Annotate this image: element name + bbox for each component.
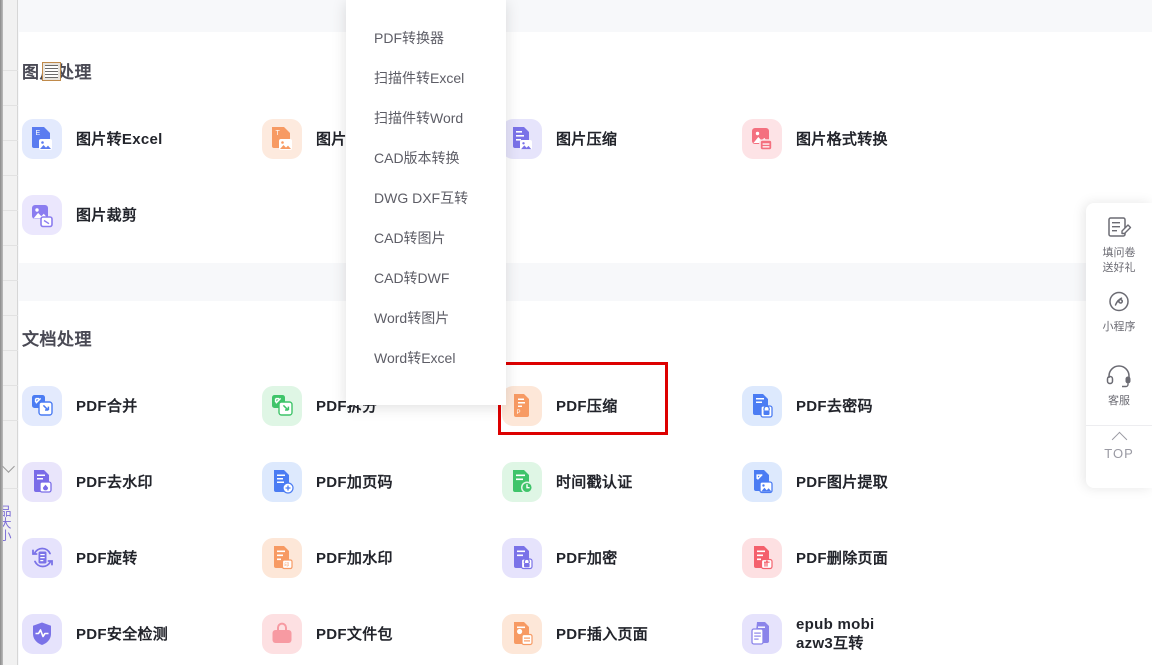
svg-text:印: 印 — [284, 561, 289, 568]
pdf-add-page-number-icon — [262, 462, 302, 502]
pdf-insert-page-icon — [502, 614, 542, 654]
image-to-text-icon: T — [262, 119, 302, 159]
ebook-convert-icon — [742, 614, 782, 654]
tool-item-image-to-excel[interactable]: E 图片转Excel — [22, 101, 262, 177]
svg-text:P: P — [517, 410, 521, 416]
side-item-label: 客服 — [1108, 395, 1130, 407]
tool-item-pdf-image-extract[interactable]: PDF图片提取 — [742, 444, 982, 520]
tool-item-pdf-remove-password[interactable]: PDF去密码 — [742, 368, 982, 444]
svg-text:T: T — [276, 130, 281, 137]
pdf-delete-page-icon — [742, 538, 782, 578]
dropdown-item-dwg-dxf-convert[interactable]: DWG DXF互转 — [346, 178, 506, 218]
tool-label: 图片转Excel — [76, 130, 163, 148]
tool-label: PDF加密 — [556, 549, 618, 567]
survey-icon — [1086, 216, 1152, 246]
pdf-compress-icon: P — [502, 386, 542, 426]
svg-text:E: E — [36, 130, 41, 137]
image-format-convert-icon — [742, 119, 782, 159]
section-gap-band — [19, 263, 1152, 301]
tool-item-timestamp-certify[interactable]: 时间戳认证 — [502, 444, 742, 520]
tool-label: PDF加水印 — [316, 549, 393, 567]
back-to-top-label: TOP — [1104, 446, 1134, 461]
tool-item-pdf-insert-page[interactable]: PDF插入页面 — [502, 596, 742, 665]
dropdown-item-scan-to-excel[interactable]: 扫描件转Excel — [346, 58, 506, 98]
tool-item-ebook-convert[interactable]: epub mobi azw3互转 — [742, 596, 982, 665]
tool-item-pdf-package[interactable]: PDF文件包 — [262, 596, 502, 665]
dropdown-item-scan-to-word[interactable]: 扫描件转Word — [346, 98, 506, 138]
tool-item-pdf-rotate[interactable]: PDF旋转 — [22, 520, 262, 596]
thumbnail-icon — [42, 62, 61, 81]
tool-item-pdf-compress[interactable]: P PDF压缩 — [502, 368, 742, 444]
tool-label: 图片裁剪 — [76, 206, 138, 224]
tool-item-pdf-remove-watermark[interactable]: PDF去水印 — [22, 444, 262, 520]
tool-label: 图片格式转换 — [796, 130, 888, 148]
image-compress-icon — [502, 119, 542, 159]
tool-item-pdf-security-check[interactable]: PDF安全检测 — [22, 596, 262, 665]
side-item-label: 填问卷 送好礼 — [1102, 247, 1136, 274]
tool-label: PDF压缩 — [556, 397, 618, 415]
pdf-encrypt-icon — [502, 538, 542, 578]
section-document-processing: 文档处理 PDF合并 PDF拆分 P PDF压缩 PDF去密码 PDF去水印 P… — [0, 325, 1133, 665]
tool-label: PDF加页码 — [316, 473, 393, 491]
tool-label: PDF去密码 — [796, 397, 873, 415]
miniprogram-icon — [1086, 290, 1152, 320]
tool-label: PDF插入页面 — [556, 625, 649, 643]
tool-grid-image-processing: E 图片转Excel T 图片压缩 图片格式转换 图片裁剪 — [22, 101, 1133, 253]
side-item-customer-service[interactable]: 客服 — [1086, 351, 1152, 425]
side-item-label: 小程序 — [1102, 321, 1136, 333]
tool-item-image-crop[interactable]: 图片裁剪 — [22, 177, 262, 253]
pdf-security-check-icon — [22, 614, 62, 654]
dropdown-item-cad-to-image[interactable]: CAD转图片 — [346, 218, 506, 258]
pdf-rotate-icon — [22, 538, 62, 578]
pdf-add-watermark-icon: 印 — [262, 538, 302, 578]
back-to-top-button[interactable]: TOP — [1086, 425, 1152, 475]
section-title-document-processing: 文档处理 — [22, 330, 92, 349]
tool-item-pdf-add-page-number[interactable]: PDF加页码 — [262, 444, 502, 520]
tool-item-image-compress[interactable]: 图片压缩 — [502, 101, 742, 177]
section-title-image-processing: 图片处理 — [22, 58, 1133, 83]
tool-item-pdf-merge[interactable]: PDF合并 — [22, 368, 262, 444]
page-root: 品大小 图片处理 E 图片转Excel — [0, 0, 1152, 665]
tool-item-pdf-encrypt[interactable]: PDF加密 — [502, 520, 742, 596]
dropdown-item-cad-version-convert[interactable]: CAD版本转换 — [346, 138, 506, 178]
tool-grid-document-processing: PDF合并 PDF拆分 P PDF压缩 PDF去密码 PDF去水印 PDF加页码… — [22, 368, 1133, 665]
tool-item-pdf-add-watermark[interactable]: 印 PDF加水印 — [262, 520, 502, 596]
headset-icon — [1086, 364, 1152, 394]
pdf-remove-password-icon — [742, 386, 782, 426]
dropdown-item-word-to-image[interactable]: Word转图片 — [346, 298, 506, 338]
pdf-package-icon — [262, 614, 302, 654]
image-crop-icon — [22, 195, 62, 235]
image-to-excel-icon: E — [22, 119, 62, 159]
tool-label: PDF旋转 — [76, 549, 138, 567]
tool-label: PDF图片提取 — [796, 473, 889, 491]
pdf-image-extract-icon — [742, 462, 782, 502]
tool-label: 图片压缩 — [556, 130, 618, 148]
pdf-merge-icon — [22, 386, 62, 426]
timestamp-certify-icon — [502, 462, 542, 502]
pdf-split-icon — [262, 386, 302, 426]
side-item-survey[interactable]: 填问卷 送好礼 — [1086, 203, 1152, 277]
tool-item-image-format-convert[interactable]: 图片格式转换 — [742, 101, 982, 177]
tool-label: PDF文件包 — [316, 625, 393, 643]
converter-dropdown-menu[interactable]: PDF转换器 扫描件转Excel 扫描件转Word CAD版本转换 DWG DX… — [346, 0, 506, 405]
caret-up-icon — [1111, 431, 1127, 448]
section-image-processing: 图片处理 E 图片转Excel — [0, 58, 1133, 253]
pdf-remove-watermark-icon — [22, 462, 62, 502]
dropdown-item-pdf-converter[interactable]: PDF转换器 — [346, 18, 506, 58]
window-edge — [0, 0, 3, 665]
tool-label: PDF删除页面 — [796, 549, 889, 567]
side-item-miniprogram[interactable]: 小程序 — [1086, 277, 1152, 351]
tool-item-pdf-delete-page[interactable]: PDF删除页面 — [742, 520, 982, 596]
dropdown-item-cad-to-dwf[interactable]: CAD转DWF — [346, 258, 506, 298]
tool-label: epub mobi azw3互转 — [796, 616, 875, 652]
tool-label: PDF合并 — [76, 397, 138, 415]
tool-label: PDF去水印 — [76, 473, 153, 491]
floating-side-panel[interactable]: 填问卷 送好礼 小程序 客服 TOP — [1086, 203, 1152, 488]
dropdown-item-word-to-excel[interactable]: Word转Excel — [346, 338, 506, 378]
tool-label: 时间戳认证 — [556, 473, 633, 491]
left-edge-sliver-text: 品大小 — [3, 505, 12, 541]
tool-label: PDF安全检测 — [76, 625, 169, 643]
